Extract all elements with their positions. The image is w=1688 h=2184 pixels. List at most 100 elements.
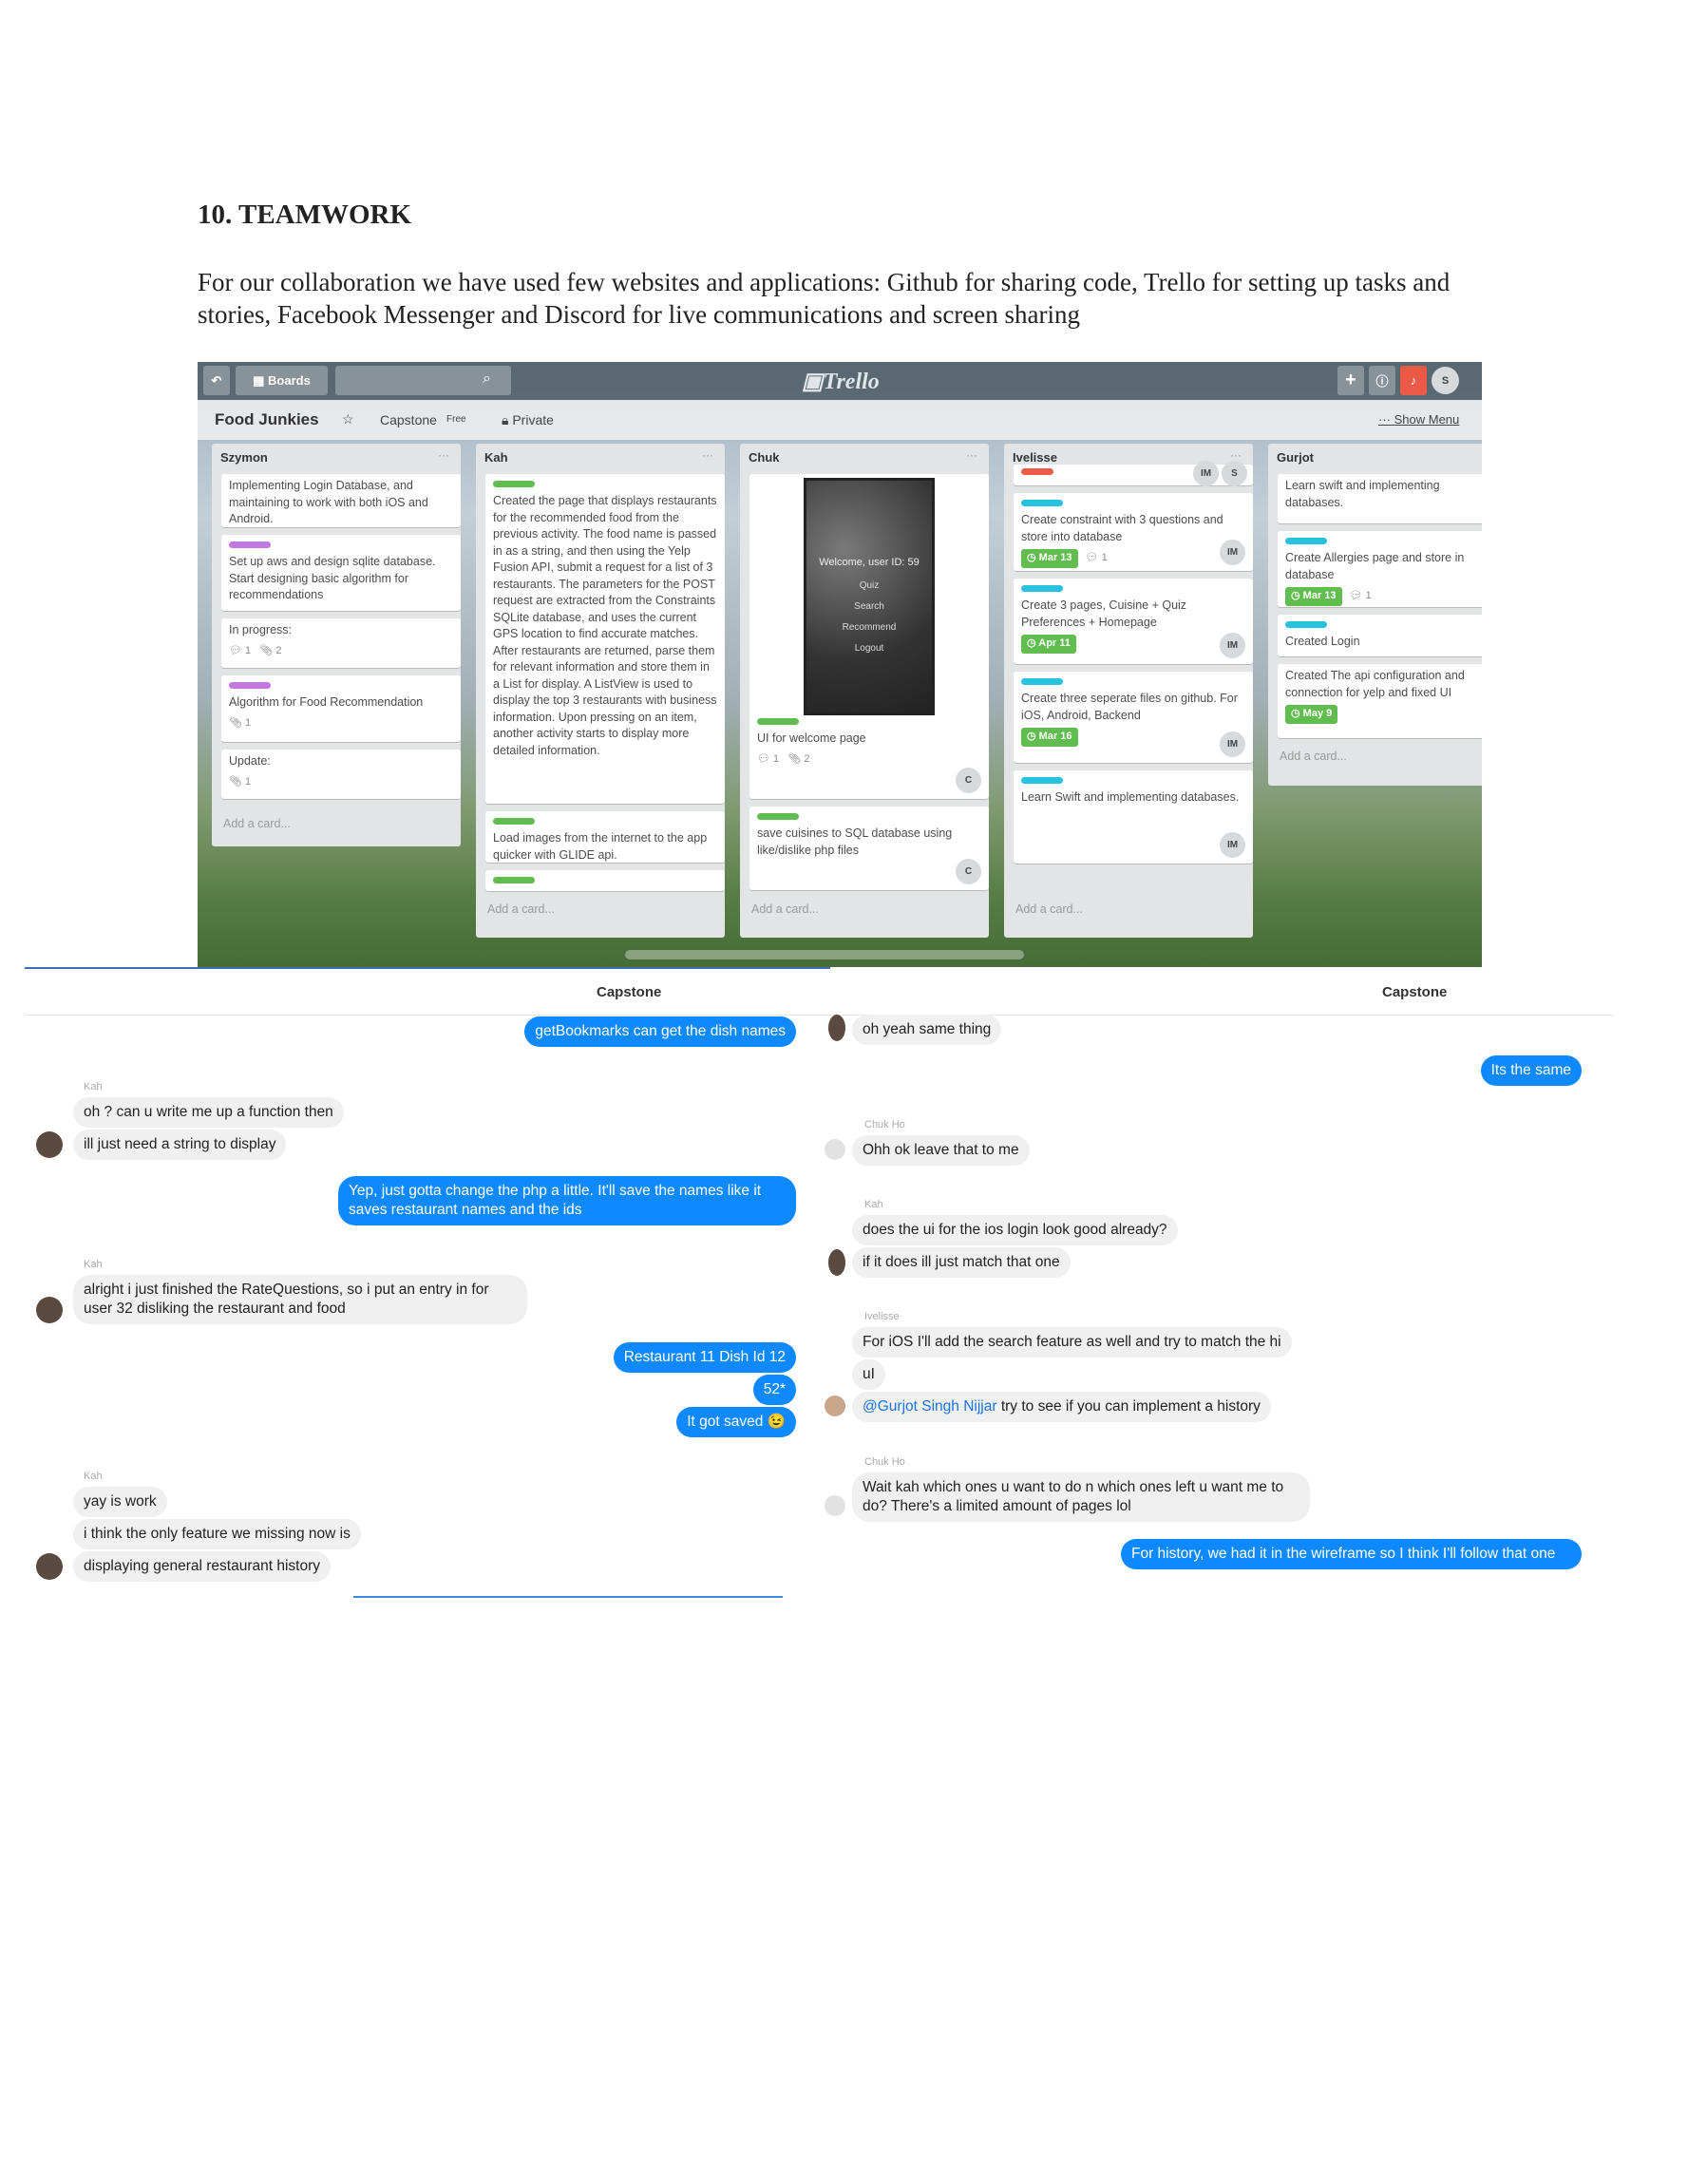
avatar (825, 1495, 845, 1516)
list-menu-icon[interactable]: ··· (702, 448, 713, 462)
avatar (36, 1553, 63, 1580)
show-menu-label: Show Menu (1394, 412, 1460, 427)
message-bubble-received: Wait kah which ones u want to do n which… (852, 1472, 1310, 1522)
due-date: May 9 (1302, 708, 1333, 719)
label-purple (229, 541, 271, 548)
card[interactable]: IM S (1014, 461, 1253, 486)
attachment-count: 1 (245, 775, 252, 788)
card[interactable]: Create constraint with 3 questions and s… (1014, 493, 1253, 571)
mention-link[interactable]: @Gurjot Singh Nijjar (863, 1398, 997, 1415)
member-avatar[interactable]: C (956, 859, 981, 884)
card[interactable]: Created the page that displays restauran… (485, 474, 725, 804)
card[interactable]: Create 3 pages, Cuisine + Quiz Preferenc… (1014, 579, 1253, 664)
member-avatar[interactable]: S (1222, 461, 1247, 486)
card[interactable]: Update: 📎︎ 1 (221, 750, 461, 799)
plan-badge: Free (446, 414, 466, 425)
due-badge: ◷ Mar 13 (1285, 587, 1342, 606)
thumbnail-item: Recommend (842, 622, 897, 633)
avatar (825, 1139, 845, 1160)
due-date: Mar 13 (1038, 552, 1072, 563)
card-text: Algorithm for Food Recommendation (229, 695, 424, 709)
card-text: In progress: (229, 623, 293, 636)
avatar (828, 1015, 845, 1041)
card-text: Create 3 pages, Cuisine + Quiz Preferenc… (1021, 598, 1187, 629)
label-purple (229, 682, 271, 689)
card[interactable]: Algorithm for Food Recommendation 📎︎ 1 (221, 675, 461, 742)
message-bubble-sent: It got saved 😉 (676, 1407, 796, 1437)
card[interactable]: In progress: 💬︎ 1 📎︎ 2 (221, 618, 461, 668)
trello-logo: ▣Trello (802, 368, 880, 395)
chat-title-right: Capstone (1382, 984, 1448, 1000)
due-badge: ◷ May 9 (1285, 705, 1338, 724)
clock-icon: ◷ (1291, 590, 1300, 601)
avatar (36, 1131, 63, 1158)
message-bubble-received: @Gurjot Singh Nijjar try to see if you c… (852, 1392, 1271, 1422)
divider (25, 1015, 830, 1016)
member-avatar[interactable]: IM (1220, 832, 1245, 858)
attachment-count: 1 (245, 716, 252, 729)
card[interactable]: Implementing Login Database, and maintai… (221, 474, 461, 527)
list-title: Chuk (749, 450, 780, 465)
list-menu-icon[interactable]: ··· (966, 448, 977, 462)
card[interactable]: Learn swift and implementing databases. (1278, 474, 1482, 523)
card-text: Created The api configuration and connec… (1285, 669, 1465, 699)
member-avatar[interactable]: IM (1220, 731, 1245, 757)
card[interactable]: Set up aws and design sqlite database. S… (221, 535, 461, 611)
card-text: Learn Swift and implementing databases. (1021, 790, 1240, 804)
card[interactable]: Learn Swift and implementing databases. … (1014, 770, 1253, 864)
back-icon[interactable]: ↶ (203, 366, 230, 395)
logo-text: Trello (823, 370, 880, 394)
message-bubble-sent: For history, we had it in the wireframe … (1121, 1539, 1582, 1569)
attachment-icon: 📎︎ (259, 644, 274, 656)
card[interactable] (485, 870, 725, 891)
member-avatar[interactable]: C (956, 768, 981, 793)
avatar (36, 1297, 63, 1323)
team-name[interactable]: Capstone (380, 412, 437, 427)
attachment-icon: 📎︎ (787, 752, 802, 765)
comment-icon: 💬︎ (1349, 590, 1363, 601)
boards-button[interactable]: ▦ Boards (236, 366, 328, 395)
chat-title-left: Capstone (597, 984, 662, 1000)
avatar[interactable]: S (1432, 367, 1459, 394)
comment-count: 1 (773, 752, 780, 765)
card[interactable]: Created Login (1278, 615, 1482, 656)
add-card-button[interactable]: Add a card... (1015, 902, 1083, 916)
card[interactable]: Welcome, user ID: 59 Quiz Search Recomme… (749, 474, 989, 799)
message-bubble-sent: Its the same (1480, 1055, 1582, 1086)
info-icon[interactable]: ⓘ (1369, 366, 1395, 395)
card-text: UI for welcome page (757, 731, 866, 745)
search-icon[interactable]: ⌕ (483, 370, 491, 388)
star-icon[interactable]: ☆ (342, 411, 354, 427)
card-text: Create constraint with 3 questions and s… (1021, 513, 1223, 543)
message-bubble-received: i think the only feature we missing now … (73, 1519, 361, 1549)
clock-icon: ◷ (1291, 708, 1300, 719)
list-menu-icon[interactable]: ··· (1230, 448, 1242, 462)
card[interactable]: Load images from the internet to the app… (485, 811, 725, 863)
card[interactable]: save cuisines to SQL database using like… (749, 807, 989, 890)
label-blue (1021, 585, 1063, 592)
attachment-icon: 📎︎ (229, 775, 242, 788)
visibility[interactable]: 🔒︎ Private (502, 412, 554, 428)
show-menu-link[interactable]: ··· Show Menu (1378, 412, 1459, 427)
list-szymon: Szymon ··· Implementing Login Database, a… (212, 444, 461, 846)
member-avatar[interactable]: IM (1193, 461, 1219, 486)
sender-name: Kah (864, 1199, 883, 1210)
comment-count: 1 (1365, 590, 1372, 601)
add-card-button[interactable]: Add a card... (1280, 750, 1347, 763)
card[interactable]: Created The api configuration and connec… (1278, 664, 1482, 738)
list-menu-icon[interactable]: ··· (438, 448, 449, 462)
label-blue (1285, 538, 1327, 544)
notification-bell-icon[interactable]: ♪ (1400, 366, 1427, 395)
horizontal-scrollbar[interactable] (625, 950, 1024, 959)
message-bubble-received: alright i just finished the RateQuestion… (73, 1275, 527, 1324)
member-avatar[interactable]: IM (1220, 633, 1245, 658)
add-card-button[interactable]: Add a card... (223, 817, 291, 830)
label-green (757, 813, 799, 820)
card[interactable]: Create three seperate files on github. F… (1014, 672, 1253, 763)
add-card-button[interactable]: Add a card... (487, 902, 555, 916)
member-avatar[interactable]: IM (1220, 540, 1245, 565)
add-card-button[interactable]: Add a card... (751, 902, 819, 916)
add-icon[interactable]: + (1337, 366, 1364, 395)
board-title[interactable]: Food Junkies (215, 410, 319, 429)
card[interactable]: Create Allergies page and store in datab… (1278, 531, 1482, 607)
